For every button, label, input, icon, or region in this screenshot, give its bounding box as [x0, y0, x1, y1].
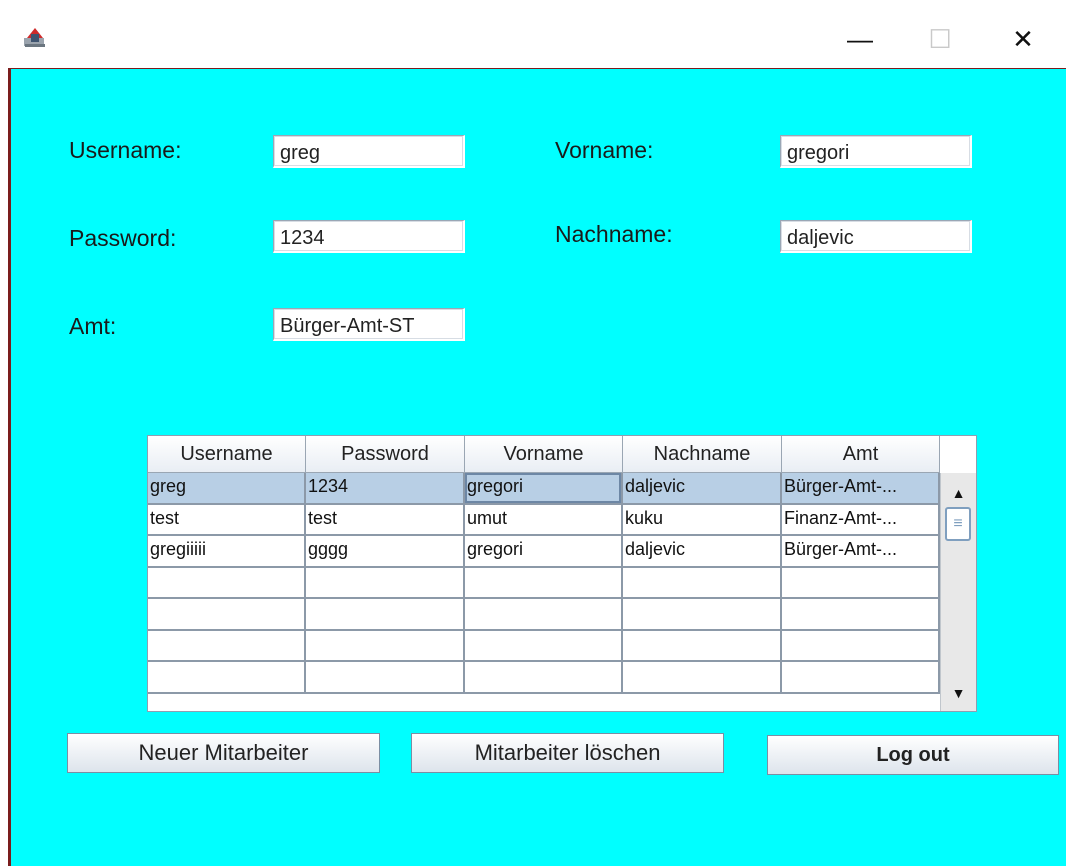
cell-amt[interactable] [782, 630, 940, 662]
table-header: Username Password Vorname Nachname Amt [148, 436, 940, 473]
table-row[interactable] [148, 599, 940, 631]
cell-amt[interactable] [782, 567, 940, 599]
cell-nachname[interactable]: kuku [623, 504, 782, 536]
username-field[interactable]: greg [273, 135, 465, 168]
cell-password[interactable] [306, 662, 465, 694]
column-header-amt[interactable]: Amt [782, 436, 940, 473]
cell-password[interactable]: 1234 [306, 473, 465, 505]
cell-username[interactable]: greg [148, 473, 306, 505]
cell-username[interactable]: test [148, 504, 306, 536]
cell-password[interactable] [306, 630, 465, 662]
scroll-up-arrow-icon[interactable]: ▲ [941, 481, 976, 505]
vorname-field[interactable]: gregori [780, 135, 972, 168]
cell-username[interactable] [148, 662, 306, 694]
table-row[interactable] [148, 630, 940, 662]
cell-username[interactable]: gregiiiii [148, 536, 306, 568]
cell-amt[interactable]: Bürger-Amt-... [782, 473, 940, 505]
table-scrollbar[interactable]: ▲ ≡ ▼ [940, 473, 976, 711]
cell-amt[interactable]: Bürger-Amt-... [782, 536, 940, 568]
cell-password[interactable]: test [306, 504, 465, 536]
cell-vorname[interactable] [465, 567, 623, 599]
cell-vorname[interactable] [465, 599, 623, 631]
cell-amt[interactable] [782, 662, 940, 694]
cell-vorname[interactable]: umut [465, 504, 623, 536]
cell-nachname[interactable]: daljevic [623, 536, 782, 568]
close-button[interactable]: ✕ [998, 14, 1048, 64]
cell-nachname[interactable] [623, 567, 782, 599]
table-row[interactable] [148, 567, 940, 599]
table-row[interactable]: gregiiiii gggg gregori daljevic Bürger-A… [148, 536, 940, 568]
table-row[interactable]: greg 1234 gregori daljevic Bürger-Amt-..… [148, 473, 940, 505]
cell-nachname[interactable] [623, 662, 782, 694]
title-bar: — ☐ ✕ [0, 0, 1066, 68]
amt-field[interactable]: Bürger-Amt-ST [273, 308, 465, 341]
cell-vorname[interactable]: gregori [465, 473, 623, 505]
delete-employee-button[interactable]: Mitarbeiter löschen [411, 733, 724, 773]
vorname-label: Vorname: [555, 137, 654, 163]
cell-password[interactable]: gggg [306, 536, 465, 568]
cell-amt[interactable] [782, 599, 940, 631]
app-window: — ☐ ✕ Username: greg Password: 1234 Amt:… [0, 0, 1066, 866]
amt-label: Amt: [69, 313, 117, 339]
cell-nachname[interactable] [623, 599, 782, 631]
new-employee-button[interactable]: Neuer Mitarbeiter [67, 733, 380, 773]
cell-username[interactable] [148, 630, 306, 662]
password-field[interactable]: 1234 [273, 220, 465, 253]
column-header-vorname[interactable]: Vorname [465, 436, 623, 473]
cell-vorname[interactable] [465, 630, 623, 662]
cell-password[interactable] [306, 567, 465, 599]
column-header-nachname[interactable]: Nachname [623, 436, 782, 473]
cell-password[interactable] [306, 599, 465, 631]
nachname-label: Nachname: [555, 221, 673, 247]
scroll-thumb[interactable]: ≡ [945, 507, 971, 541]
column-header-password[interactable]: Password [306, 436, 465, 473]
main-panel: Username: greg Password: 1234 Amt: Bürge… [8, 68, 1066, 866]
employee-table: Username Password Vorname Nachname Amt g… [147, 435, 977, 712]
table-row[interactable] [148, 662, 940, 694]
cell-username[interactable] [148, 599, 306, 631]
logout-button[interactable]: Log out [767, 735, 1059, 775]
column-header-username[interactable]: Username [148, 436, 306, 473]
cell-nachname[interactable]: daljevic [623, 473, 782, 505]
maximize-button[interactable]: ☐ [915, 14, 965, 64]
cell-username[interactable] [148, 567, 306, 599]
cell-vorname[interactable]: gregori [465, 536, 623, 568]
nachname-field[interactable]: daljevic [780, 220, 972, 253]
java-app-icon [24, 28, 45, 47]
cell-nachname[interactable] [623, 630, 782, 662]
cell-amt[interactable]: Finanz-Amt-... [782, 504, 940, 536]
scroll-down-arrow-icon[interactable]: ▼ [941, 681, 976, 705]
password-label: Password: [69, 225, 177, 251]
table-body: greg 1234 gregori daljevic Bürger-Amt-..… [148, 473, 940, 694]
minimize-button[interactable]: — [835, 14, 885, 64]
cell-vorname[interactable] [465, 662, 623, 694]
username-label: Username: [69, 137, 182, 163]
table-row[interactable]: test test umut kuku Finanz-Amt-... [148, 504, 940, 536]
